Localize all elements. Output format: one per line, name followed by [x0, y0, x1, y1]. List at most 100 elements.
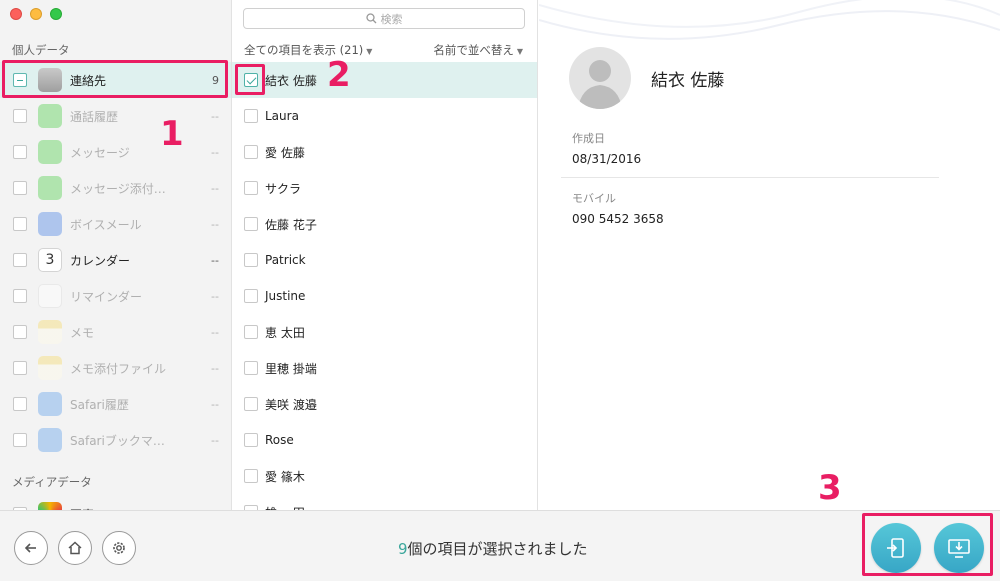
list-item[interactable]: サクラ	[232, 170, 537, 206]
filter-dropdown[interactable]: 全ての項目を表示 (21) ▼	[244, 42, 372, 58]
list-item[interactable]: 佐藤 花子	[232, 206, 537, 242]
list-item-checkbox[interactable]	[244, 145, 258, 159]
sidebar-item[interactable]: Safari履歴 --	[0, 386, 231, 422]
list-item-name: 愛 篠木	[265, 469, 305, 484]
sort-label: 名前で並べ替え	[433, 43, 514, 57]
list-item[interactable]: 愛 篠木	[232, 458, 537, 494]
sidebar-item-count: --	[211, 145, 219, 159]
list-item[interactable]: 恵 太田	[232, 314, 537, 350]
list-item-checkbox[interactable]	[244, 361, 258, 375]
divider	[561, 177, 939, 178]
contact-list-panel: 検索 全ての項目を表示 (21) ▼ 名前で並べ替え ▼ 結衣 佐藤 Laura 愛 佐…	[232, 0, 538, 510]
sidebar-item-label: ボイスメール	[70, 217, 142, 232]
list-item[interactable]: 愛 佐藤	[232, 134, 537, 170]
list-item-checkbox[interactable]	[244, 397, 258, 411]
sidebar-item-label: メッセージ	[70, 145, 130, 160]
sidebar-item-count: --	[211, 181, 219, 195]
list-item-checkbox[interactable]	[244, 109, 258, 123]
sidebar-item[interactable]: リマインダー --	[0, 278, 231, 314]
sidebar-item[interactable]: 3 カレンダー --	[0, 242, 231, 278]
sidebar-item[interactable]: メッセージ --	[0, 134, 231, 170]
safari-history-icon	[38, 392, 62, 416]
settings-button[interactable]	[102, 531, 136, 565]
photos-icon	[38, 502, 62, 510]
list-item[interactable]: Justine	[232, 278, 537, 314]
list-item[interactable]: 結衣 佐藤	[232, 62, 537, 98]
list-item-checkbox[interactable]	[244, 289, 258, 303]
sidebar-item-label: 通話履歴	[70, 109, 119, 124]
list-item[interactable]: Rose	[232, 422, 537, 458]
mobile-label: モバイル	[572, 192, 616, 205]
contact-detail-panel: 結衣 佐藤 作成日 08/31/2016 モバイル 090 5452 3658	[539, 0, 1000, 510]
list-item-name: Patrick	[265, 253, 306, 267]
phone-icon	[38, 104, 62, 128]
contact-name: 結衣 佐藤	[651, 71, 725, 91]
minimize-window-button[interactable]	[30, 8, 42, 20]
back-button[interactable]	[14, 531, 48, 565]
list-item-checkbox[interactable]	[244, 253, 258, 267]
chevron-down-icon: ▼	[366, 47, 373, 56]
highlight-box-2	[235, 64, 265, 95]
sidebar-item-count: --	[211, 109, 219, 123]
list-item-name: 結衣 佐藤	[265, 73, 317, 88]
list-item-checkbox[interactable]	[244, 181, 258, 195]
sidebar-item[interactable]: メモ添付ファイル --	[0, 350, 231, 386]
sidebar-item-count: --	[211, 253, 219, 267]
list-item-name: サクラ	[265, 181, 302, 196]
calendar-icon: 3	[38, 248, 62, 272]
highlight-box-3	[862, 513, 993, 576]
sidebar-item-checkbox[interactable]	[13, 217, 27, 231]
list-item-name: Rose	[265, 433, 294, 447]
zoom-window-button[interactable]	[50, 8, 62, 20]
sidebar-item-checkbox[interactable]	[13, 145, 27, 159]
list-item[interactable]: 美咲 渡邉	[232, 386, 537, 422]
search-input[interactable]: 検索	[243, 8, 525, 29]
list-item-checkbox[interactable]	[244, 433, 258, 447]
highlight-box-1	[2, 60, 228, 98]
arrow-left-icon	[24, 543, 36, 553]
message-attachment-icon	[38, 176, 62, 200]
bottom-toolbar: 9個の項目が選択されました	[0, 510, 1000, 581]
list-item-name: 美咲 渡邉	[265, 397, 317, 412]
sidebar-item-checkbox[interactable]	[13, 325, 27, 339]
list-item[interactable]: Laura	[232, 98, 537, 134]
sidebar-item[interactable]: 写真	[0, 496, 231, 510]
sidebar-item[interactable]: メモ --	[0, 314, 231, 350]
selected-count: 9	[398, 540, 408, 558]
sidebar-item[interactable]: Safariブックマ… --	[0, 422, 231, 458]
sidebar-item-checkbox[interactable]	[13, 397, 27, 411]
sidebar-item-count: --	[211, 433, 219, 447]
sidebar-item-label: Safariブックマ…	[70, 433, 165, 448]
voicemail-icon	[38, 212, 62, 236]
list-item[interactable]: 里穂 掛端	[232, 350, 537, 386]
chevron-down-icon: ▼	[516, 47, 523, 56]
sidebar-item-label: メモ	[70, 325, 95, 340]
sort-dropdown[interactable]: 名前で並べ替え ▼	[433, 42, 523, 58]
sidebar-item-label: カレンダー	[70, 253, 131, 268]
list-item-checkbox[interactable]	[244, 217, 258, 231]
sidebar-item[interactable]: ボイスメール --	[0, 206, 231, 242]
window-controls	[10, 8, 62, 20]
list-item[interactable]: 雄一 田	[232, 494, 537, 510]
sidebar-item[interactable]: メッセージ添付… --	[0, 170, 231, 206]
list-item-checkbox[interactable]	[244, 325, 258, 339]
search-placeholder: 検索	[380, 12, 403, 26]
memo-attachment-icon	[38, 356, 62, 380]
reminder-icon	[38, 284, 62, 308]
sidebar-item-checkbox[interactable]	[13, 289, 27, 303]
sidebar-item-label: メッセージ添付…	[70, 181, 166, 196]
sidebar-item-label: Safari履歴	[70, 397, 129, 412]
list-item-name: Laura	[265, 109, 299, 123]
sidebar-item-checkbox[interactable]	[13, 181, 27, 195]
sidebar-item-checkbox[interactable]	[13, 253, 27, 267]
close-window-button[interactable]	[10, 8, 22, 20]
sidebar-item[interactable]: 通話履歴 --	[0, 98, 231, 134]
list-item[interactable]: Patrick	[232, 242, 537, 278]
home-button[interactable]	[58, 531, 92, 565]
list-item-name: Justine	[265, 289, 306, 303]
list-item-checkbox[interactable]	[244, 469, 258, 483]
sidebar-item-checkbox[interactable]	[13, 361, 27, 375]
search-icon	[365, 13, 376, 24]
sidebar-item-checkbox[interactable]	[13, 109, 27, 123]
sidebar-item-checkbox[interactable]	[13, 433, 27, 447]
